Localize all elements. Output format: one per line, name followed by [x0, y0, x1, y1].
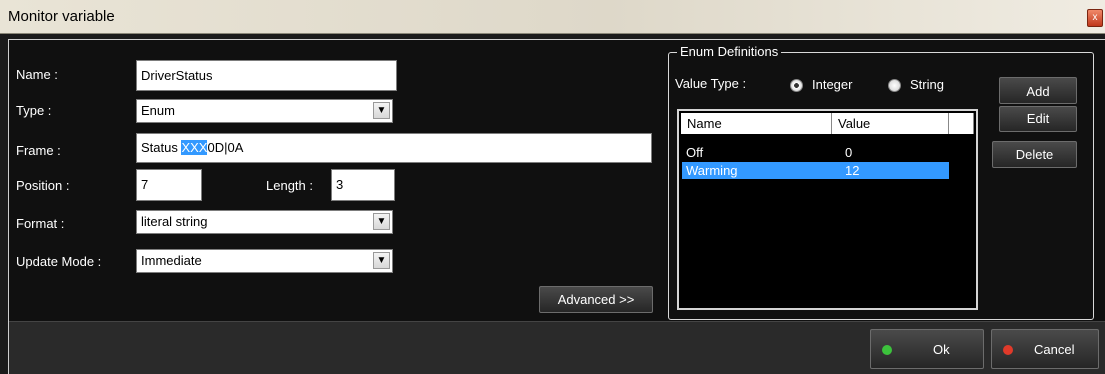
radio-integer-label[interactable]: Integer — [812, 77, 852, 92]
row-value: 12 — [845, 163, 860, 178]
position-value: 7 — [141, 177, 149, 192]
column-header-name[interactable]: Name — [681, 113, 832, 134]
delete-button[interactable]: Delete — [992, 141, 1077, 168]
frame-selection: XXX — [181, 140, 208, 155]
add-button[interactable]: Add — [999, 77, 1077, 104]
edit-button[interactable]: Edit — [999, 106, 1077, 132]
format-value: literal string — [141, 214, 208, 229]
frame-prefix: Status — [141, 140, 182, 155]
list-item[interactable]: Off 0 — [682, 144, 949, 161]
column-header-filler — [949, 113, 974, 134]
length-label: Length : — [266, 178, 313, 193]
position-label: Position : — [16, 178, 70, 193]
name-value: DriverStatus — [141, 68, 213, 83]
radio-string[interactable] — [888, 79, 901, 92]
cancel-button[interactable]: Cancel — [991, 329, 1099, 369]
ok-button[interactable]: Ok — [870, 329, 984, 369]
position-field[interactable]: 7 — [136, 169, 202, 201]
type-value: Enum — [141, 103, 175, 118]
row-value: 0 — [845, 145, 853, 160]
type-select[interactable]: Enum ▼ — [136, 99, 393, 123]
radio-integer[interactable] — [790, 79, 803, 92]
enum-list[interactable]: Name Value Off 0 Warming 12 — [677, 109, 978, 310]
row-name: Off — [686, 145, 704, 160]
window-title: Monitor variable — [8, 8, 115, 25]
enum-definitions-legend: Enum Definitions — [677, 44, 782, 59]
value-type-label: Value Type : — [675, 76, 747, 91]
name-field[interactable]: DriverStatus — [136, 60, 397, 91]
format-select[interactable]: literal string ▼ — [136, 210, 393, 234]
cancel-status-icon — [1003, 345, 1013, 355]
column-header-value[interactable]: Value — [832, 113, 949, 134]
monitor-variable-dialog: Monitor variable x Name : DriverStatus T… — [0, 0, 1105, 374]
format-label: Format : — [16, 216, 65, 231]
frame-label: Frame : — [16, 143, 61, 158]
update-mode-select[interactable]: Immediate ▼ — [136, 249, 393, 273]
chevron-down-icon[interactable]: ▼ — [373, 252, 390, 269]
type-label: Type : — [16, 103, 52, 118]
length-value: 3 — [336, 177, 344, 192]
ok-label: Ok — [933, 342, 950, 357]
chevron-down-icon[interactable]: ▼ — [373, 213, 390, 230]
ok-status-icon — [882, 345, 892, 355]
close-button[interactable]: x — [1087, 9, 1103, 27]
title-bar[interactable]: Monitor variable x — [0, 0, 1105, 34]
radio-string-label[interactable]: String — [910, 77, 944, 92]
update-mode-label: Update Mode : — [16, 254, 102, 269]
name-label: Name : — [16, 67, 58, 82]
advanced-button[interactable]: Advanced >> — [539, 286, 653, 313]
row-name: Warming — [686, 163, 738, 178]
list-item-selected[interactable]: Warming 12 — [682, 162, 949, 179]
chevron-down-icon[interactable]: ▼ — [373, 102, 390, 119]
close-icon: x — [1092, 12, 1098, 23]
frame-suffix: 0D|0A — [207, 140, 244, 155]
frame-field[interactable]: Status XXX0D|0A — [136, 133, 652, 163]
cancel-label: Cancel — [1034, 342, 1075, 357]
length-field[interactable]: 3 — [331, 169, 395, 201]
update-mode-value: Immediate — [141, 253, 202, 268]
